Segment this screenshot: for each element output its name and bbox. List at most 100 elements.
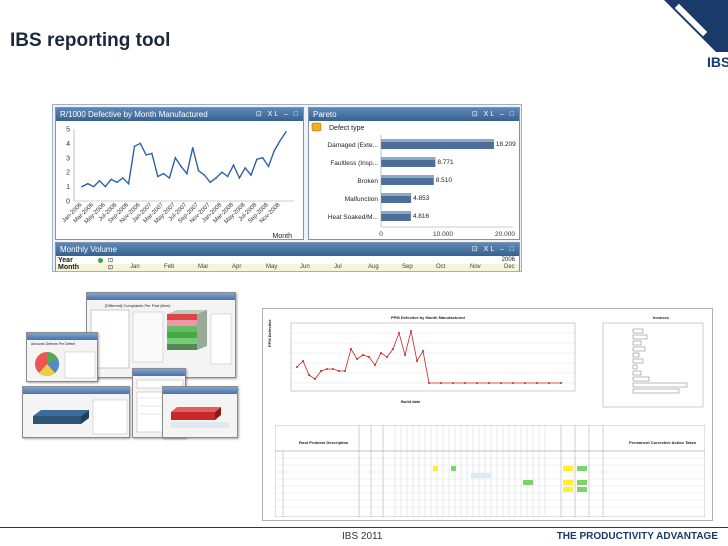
data-point [139, 142, 142, 145]
pareto-bar-highlight [381, 193, 412, 196]
monthly-volume-panel: Monthly Volume ⊡ XL ‒ □ Year ⊡ 2006 Mont… [55, 242, 520, 271]
data-point [238, 177, 241, 179]
month-clear-icon[interactable]: ⊡ [108, 264, 113, 271]
bar-value-label: 18.209 [496, 141, 516, 148]
category-label: Heat Soaked/M... [328, 214, 378, 221]
x-axis-label: Month [273, 233, 293, 240]
data-point [156, 175, 159, 178]
data-point [180, 165, 182, 168]
data-point [104, 185, 107, 188]
data-point [221, 171, 223, 173]
cycle-dimension-icon[interactable] [311, 122, 322, 132]
pareto-bar-highlight [381, 175, 434, 178]
month-option[interactable]: Mar [198, 264, 208, 270]
footer-tagline: THE PRODUCTIVITY ADVANTAGE [556, 531, 718, 542]
data-point [244, 167, 246, 169]
data-point [279, 139, 281, 142]
month-option[interactable]: May [266, 264, 277, 270]
month-label: Month [58, 264, 79, 271]
data-point [215, 177, 217, 179]
data-point [186, 172, 188, 175]
data-point [87, 182, 89, 185]
year-label: Year [58, 257, 73, 264]
data-point [151, 152, 153, 155]
y-tick-label: 5 [66, 127, 70, 134]
pareto-bar-chart: Defect type Damaged (Exte... 18.209 Faultle… [311, 122, 516, 238]
defective-chart-panel: R/1000 Defective by Month Manufactured ⊡… [55, 107, 304, 240]
defective-series-line [81, 131, 287, 188]
bar-value-label: 8.771 [437, 159, 454, 166]
panel-window-icons[interactable]: ⊡ XL ‒ □ [256, 108, 300, 121]
y-tick-label: 3 [66, 155, 70, 162]
monthly-volume-title: Monthly Volume [60, 245, 117, 254]
month-option[interactable]: Sep [402, 264, 413, 270]
dimension-label: Defect type [329, 125, 365, 132]
data-point [98, 180, 101, 182]
data-point [261, 157, 264, 159]
month-option[interactable]: Feb [164, 264, 174, 270]
defective-line-chart: 543210Jan-2006Mar-2006May-2006Jul-2006Se… [61, 127, 294, 240]
month-option[interactable]: Dec [504, 264, 515, 270]
year-selected-icon[interactable] [98, 258, 103, 263]
data-point [116, 181, 118, 184]
bar-value-label: 4.816 [413, 213, 430, 220]
data-point [267, 165, 270, 168]
x-tick-label: 10.000 [433, 231, 453, 238]
pareto-bar-highlight [381, 211, 411, 214]
ppm-report-screenshot: PPM Defective by Month Manufactured Invo… [262, 308, 713, 521]
root-problem-table: Root Problem Description Permanent Corre… [274, 424, 706, 518]
y-tick-label: 1 [66, 184, 70, 191]
category-label: Faultless (Insp... [330, 160, 378, 167]
data-point [168, 177, 171, 179]
category-label: Broken [357, 178, 378, 185]
data-point [256, 158, 258, 161]
month-option[interactable]: Nov [470, 264, 481, 270]
month-option[interactable]: Jul [334, 264, 342, 270]
data-point [110, 178, 112, 181]
data-point [250, 174, 252, 176]
report-collage: [Different] Complaints Per Part (item) A… [22, 290, 240, 440]
month-option[interactable]: Jun [300, 264, 310, 270]
y-tick-label: 2 [66, 170, 70, 177]
month-option[interactable]: Apr [232, 264, 241, 270]
y-tick-label: 4 [66, 141, 70, 148]
category-label: Malfunction [345, 196, 379, 203]
year-clear-icon[interactable]: ⊡ [108, 257, 113, 264]
month-option[interactable]: Oct [436, 264, 445, 270]
pareto-panel: Pareto ⊡ XL ‒ □ Defect type Damaged (Exte… [308, 107, 520, 240]
data-point [273, 149, 276, 152]
panel-window-icons[interactable]: ⊡ XL ‒ □ [472, 243, 516, 256]
panel-window-icons[interactable]: ⊡ XL ‒ □ [472, 108, 516, 121]
data-point [285, 131, 287, 133]
data-point [133, 145, 136, 148]
bar-value-label: 8.510 [436, 177, 453, 184]
year-value[interactable]: 2006 [502, 257, 515, 263]
pareto-bar-highlight [381, 157, 436, 160]
footer-ibs-year: IBS 2011 [342, 531, 383, 542]
data-point [122, 177, 124, 179]
bar-value-label: 4.853 [413, 195, 430, 202]
pareto-bar-highlight [381, 139, 494, 142]
logo-text: IBS [707, 54, 728, 70]
corrective-action-header: Permanent Corrective Action Taken [629, 440, 697, 445]
data-point [127, 182, 130, 185]
data-point [145, 154, 147, 156]
month-option[interactable]: Aug [368, 264, 379, 270]
footer-rule [0, 527, 728, 528]
ibs-logo: IBS [650, 0, 728, 78]
data-point [203, 174, 206, 176]
data-point [226, 175, 229, 178]
data-point [162, 172, 165, 175]
qlikview-screenshot: R/1000 Defective by Month Manufactured ⊡… [52, 104, 522, 272]
data-point [81, 185, 83, 188]
compliance-window [22, 386, 130, 438]
category-label: Damaged (Exte... [327, 142, 378, 149]
y-tick-label: 0 [66, 199, 70, 206]
data-point [197, 169, 200, 172]
data-point [232, 164, 235, 166]
defects-window: Amounts Defects Per Defect [26, 332, 98, 382]
complaints-window: [Different] Complaints Per Part (item) [86, 292, 236, 378]
x-tick-label: 0 [379, 231, 383, 238]
root-problem-header: Root Problem Description [299, 440, 349, 445]
month-option[interactable]: Jan [130, 264, 140, 270]
